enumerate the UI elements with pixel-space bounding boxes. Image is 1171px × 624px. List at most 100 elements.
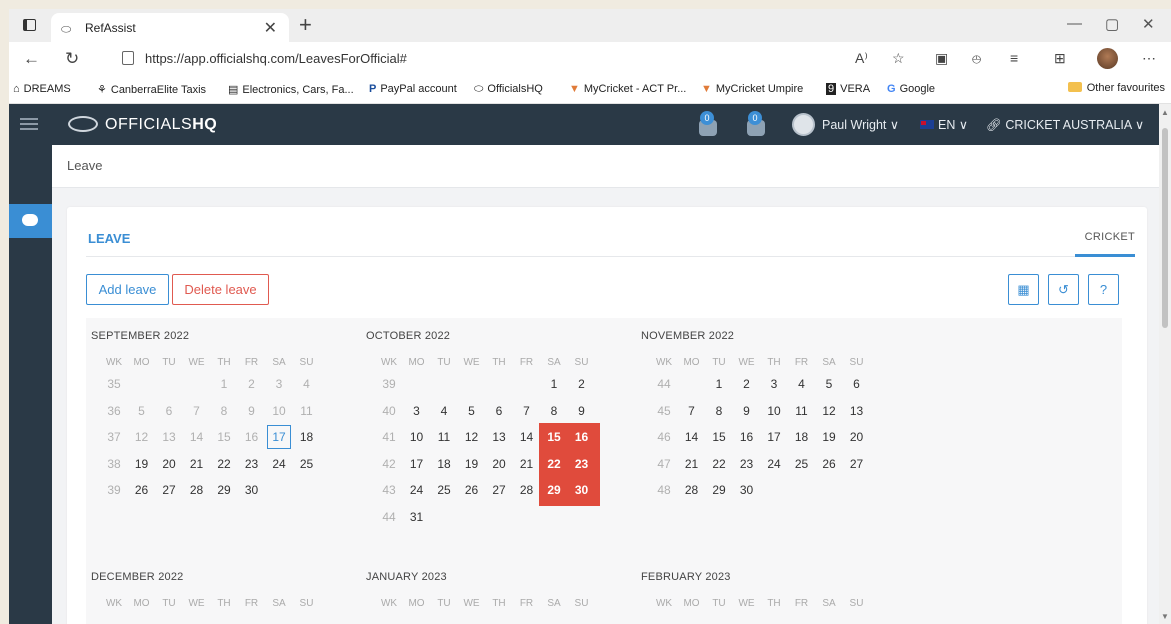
favourites-list-icon[interactable]: ≡ [1010,50,1018,66]
minimize-icon[interactable]: — [1067,15,1082,32]
new-tab-icon[interactable]: + [299,12,312,38]
fav-item-mycricket-act[interactable]: ▼ MyCricket - ACT Pr... [569,83,686,95]
fav-item-electronics[interactable]: ▤ Electronics, Cars, Fa... [228,83,354,96]
calendar-view-button[interactable]: ▦ [1008,274,1039,305]
calendar-day[interactable]: 6 [157,399,181,423]
user-avatar[interactable] [792,113,815,136]
calendar-day[interactable]: 13 [845,399,869,423]
calendar-day[interactable]: 14 [515,425,539,449]
history-button[interactable]: ↺ [1048,274,1079,305]
calendar-day[interactable]: 24 [267,452,291,476]
fav-item-officialshq[interactable]: ⬭ OfficialsHQ [474,83,543,96]
add-leave-button[interactable]: Add leave [86,274,169,305]
page-scrollbar[interactable]: ▲ ▼ [1159,104,1171,624]
scroll-up-icon[interactable]: ▲ [1161,108,1169,117]
calendar-day[interactable]: 14 [185,425,209,449]
calendar-day[interactable]: 24 [405,478,429,502]
calendar-day[interactable]: 12 [460,425,484,449]
today-day[interactable]: 17 [267,425,291,449]
more-menu-icon[interactable]: ⋯ [1142,50,1156,67]
calendar-day[interactable]: 25 [432,478,456,502]
delete-leave-button[interactable]: Delete leave [172,274,269,305]
calendar-day[interactable]: 23 [240,452,264,476]
help-button[interactable]: ? [1088,274,1119,305]
calendar-day[interactable]: 14 [680,425,704,449]
fav-item-taxis[interactable]: ⚘ CanberraElite Taxis [97,83,206,96]
leave-day[interactable]: 15 [542,425,566,449]
breadcrumb-leave[interactable]: Leave [67,158,102,173]
scrollbar-thumb[interactable] [1162,128,1168,328]
calendar-day[interactable]: 29 [707,478,731,502]
calendar-day[interactable]: 25 [295,452,319,476]
calendar-day[interactable]: 25 [790,452,814,476]
leave-day[interactable]: 29 [542,478,566,502]
calendar-day[interactable]: 18 [295,425,319,449]
calendar-day[interactable]: 4 [295,372,319,396]
calendar-day[interactable]: 13 [157,425,181,449]
calendar-day[interactable]: 8 [707,399,731,423]
calendar-day[interactable]: 30 [735,478,759,502]
calendar-day[interactable]: 2 [735,372,759,396]
calendar-day[interactable]: 10 [405,425,429,449]
fav-item-google[interactable]: G Google [887,83,935,95]
hamburger-menu-icon[interactable] [20,118,38,130]
calendar-day[interactable]: 9 [570,399,594,423]
calendar-day[interactable]: 8 [212,399,236,423]
calendar-day[interactable]: 27 [157,478,181,502]
fav-item-dreams[interactable]: ⌂ DREAMS [13,83,71,95]
collections-icon[interactable]: ⊞ [1054,50,1066,67]
fav-item-mycricket-umpire[interactable]: ▼ MyCricket Umpire [701,83,803,95]
calendar-day[interactable]: 5 [130,399,154,423]
read-aloud-icon[interactable]: A⁾ [855,50,868,67]
favourite-star-icon[interactable]: ☆ [892,50,905,67]
calendar-day[interactable]: 20 [157,452,181,476]
calendar-day[interactable]: 19 [817,425,841,449]
profile-avatar[interactable] [1097,48,1118,69]
calendar-day[interactable]: 24 [762,452,786,476]
calendar-day[interactable]: 3 [267,372,291,396]
calendar-day[interactable]: 27 [845,452,869,476]
calendar-day[interactable]: 2 [570,372,594,396]
fav-item-paypal[interactable]: P PayPal account [369,83,457,95]
organisation-menu[interactable]: 🔗︎ CRICKET AUSTRALIA ∨ [986,117,1144,133]
back-icon[interactable]: ← [23,49,40,69]
calendar-day[interactable]: 22 [212,452,236,476]
calendar-day[interactable]: 28 [680,478,704,502]
url-field[interactable]: https://app.officialshq.com/LeavesForOff… [145,51,407,66]
close-window-icon[interactable]: ✕ [1142,15,1155,33]
calendar-day[interactable]: 4 [790,372,814,396]
calendar-day[interactable]: 12 [817,399,841,423]
calendar-day[interactable]: 11 [790,399,814,423]
calendar-day[interactable]: 22 [707,452,731,476]
calendar-day[interactable]: 27 [487,478,511,502]
calendar-day[interactable]: 11 [432,425,456,449]
calendar-day[interactable]: 6 [487,399,511,423]
calendar-day[interactable]: 15 [212,425,236,449]
calendar-day[interactable]: 5 [460,399,484,423]
calendar-day[interactable]: 7 [680,399,704,423]
fav-item-vera[interactable]: 9 VERA [826,83,870,95]
calendar-day[interactable]: 3 [405,399,429,423]
calendar-day[interactable]: 17 [405,452,429,476]
calendar-day[interactable]: 4 [432,399,456,423]
calendar-day[interactable]: 1 [707,372,731,396]
calendar-day[interactable]: 16 [735,425,759,449]
calendar-day[interactable]: 29 [212,478,236,502]
calendar-day[interactable]: 30 [240,478,264,502]
other-favourites[interactable]: Other favourites [1067,82,1165,94]
calendar-day[interactable]: 18 [432,452,456,476]
browser-tab[interactable]: ⬭ RefAssist ✕ [51,13,289,42]
calendar-day[interactable]: 2 [240,372,264,396]
calendar-day[interactable]: 26 [817,452,841,476]
calendar-day[interactable]: 5 [817,372,841,396]
tab-cricket[interactable]: CRICKET [1085,231,1135,243]
calendar-day[interactable]: 11 [295,399,319,423]
calendar-day[interactable]: 23 [735,452,759,476]
calendar-day[interactable]: 28 [185,478,209,502]
tab-actions-icon[interactable] [23,19,36,31]
calendar-day[interactable]: 7 [185,399,209,423]
calendar-day[interactable]: 28 [515,478,539,502]
calendar-day[interactable]: 17 [762,425,786,449]
calendar-day[interactable]: 6 [845,372,869,396]
calendar-day[interactable]: 10 [267,399,291,423]
